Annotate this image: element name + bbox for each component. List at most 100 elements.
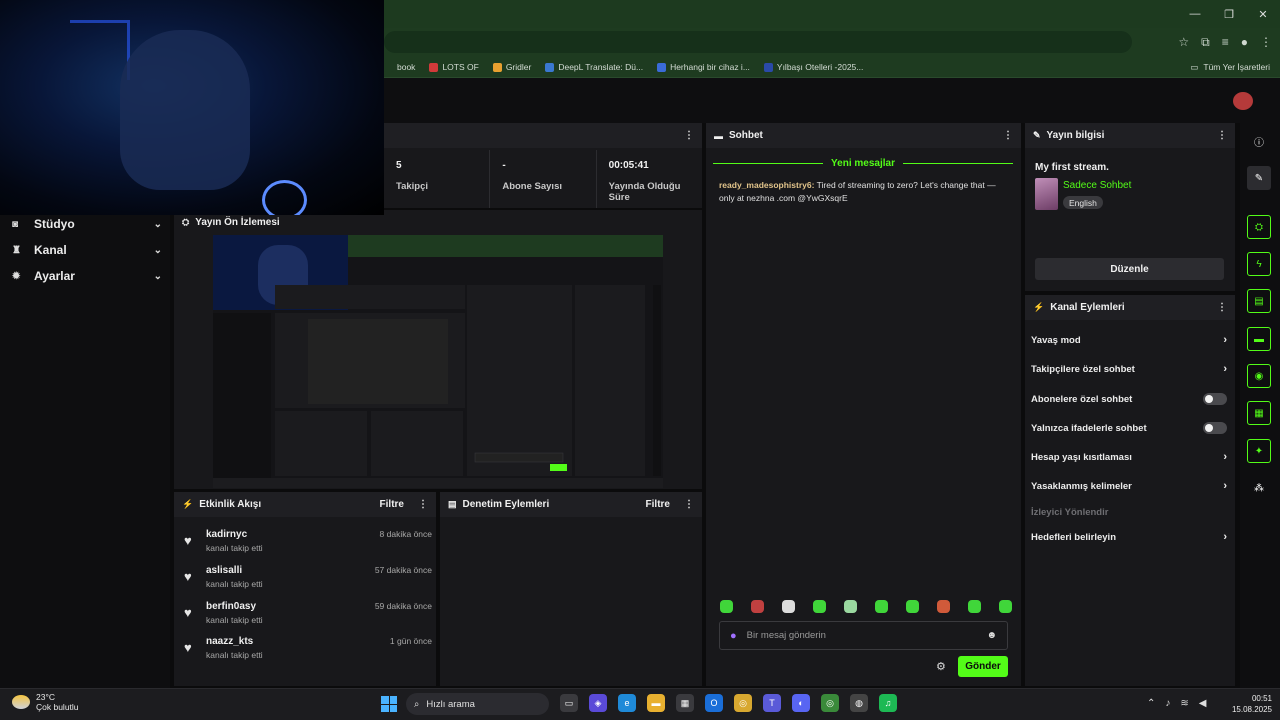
mic-icon[interactable]: ● [730, 630, 737, 642]
stream-category[interactable]: Sadece Sohbet [1063, 180, 1131, 191]
nav-item-settings[interactable]: ✹ Ayarlar ⌄ [12, 266, 162, 286]
store-icon[interactable]: ▦ [676, 694, 694, 712]
bolt-icon[interactable]: ϟ [1247, 252, 1271, 276]
mic-icon[interactable]: ♪ [1165, 698, 1170, 709]
activity-user[interactable]: berfin0asy [206, 601, 256, 612]
file-explorer-icon[interactable]: ▬ [647, 694, 665, 712]
chevron-up-icon[interactable]: ⌃ [1147, 698, 1155, 709]
bookmark-item[interactable]: book [384, 62, 415, 72]
layout-icon[interactable]: ▦ [1247, 401, 1271, 425]
send-button[interactable]: Gönder [958, 656, 1008, 677]
chat-message: ready_madesophistry6: Tired of streaming… [719, 179, 1011, 205]
wifi-icon[interactable]: ≋ [1180, 698, 1188, 709]
moderation-panel: ▤ Denetim Eylemleri Filtre ⋮ [440, 492, 702, 686]
moderation-filter-button[interactable]: Filtre [646, 499, 670, 510]
bookmark-item[interactable]: Gridler [492, 62, 531, 72]
bookmark-item[interactable]: Herhangi bir cihaz i... [657, 62, 750, 72]
emote-icon[interactable] [999, 600, 1012, 613]
teams-icon[interactable]: T [763, 694, 781, 712]
info-icon[interactable]: ⓘ [1247, 129, 1271, 153]
emote-icon[interactable] [844, 600, 857, 613]
emote-icon[interactable] [906, 600, 919, 613]
preview-icon[interactable]: ⛭ [1247, 215, 1271, 239]
more-icon[interactable]: ⋮ [684, 130, 694, 141]
all-bookmarks[interactable]: ▭ Tüm Yer İşaretleri [1190, 56, 1270, 78]
bookmark-item[interactable]: Yılbaşı Otelleri -2025... [763, 62, 863, 72]
weather-text: 23°C Çok bulutlu [36, 692, 79, 712]
activity-user[interactable]: kadirnyc [206, 529, 247, 540]
emote-icon[interactable] [720, 600, 733, 613]
profile-icon[interactable]: ● [1241, 35, 1248, 49]
emote-icon[interactable] [875, 600, 888, 613]
more-icon[interactable]: ⋮ [1003, 130, 1013, 141]
activity-user[interactable]: naazz_kts [206, 636, 253, 647]
maximize-icon[interactable]: ❐ [1212, 0, 1246, 28]
more-icon[interactable]: ⋮ [1217, 302, 1227, 313]
toggle-switch[interactable] [1203, 393, 1227, 405]
category-thumbnail [1035, 178, 1058, 210]
address-field[interactable] [384, 31, 1132, 53]
weather-widget[interactable]: 23°C Çok bulutlu [12, 692, 79, 712]
media-icon[interactable]: ≡ [1222, 35, 1229, 49]
emote-icon[interactable] [751, 600, 764, 613]
stream-preview-video[interactable] [213, 235, 663, 488]
activity-user[interactable]: aslisalli [206, 565, 242, 576]
taskbar-clock[interactable]: 00:51 15.08.2025 [1226, 693, 1272, 715]
volume-icon[interactable]: ◀ [1199, 698, 1207, 709]
bookmark-item[interactable]: LOTS OF [429, 62, 479, 72]
emote-icon[interactable] [968, 600, 981, 613]
more-icon[interactable]: ⋮ [684, 499, 694, 510]
more-icon[interactable]: ⋮ [1217, 130, 1227, 141]
preview-screen-graphic [213, 235, 663, 488]
action-banned-words[interactable]: Yasaklanmış kelimeler › [1031, 478, 1227, 494]
action-slow-mode[interactable]: Yavaş mod › [1031, 332, 1227, 348]
emote-icon[interactable] [813, 600, 826, 613]
menu-icon[interactable]: ⋮ [1260, 35, 1272, 49]
edit-button[interactable]: Düzenle [1035, 258, 1224, 280]
new-messages-divider[interactable]: Yeni mesajlar [713, 157, 1013, 169]
close-icon[interactable]: ✕ [1246, 0, 1280, 28]
edge-icon[interactable]: e [618, 694, 636, 712]
activity-desc: kanalı takip etti [206, 615, 263, 625]
chrome-icon[interactable]: ◎ [734, 694, 752, 712]
chrome-active-icon[interactable]: ◎ [821, 694, 839, 712]
toggle-switch[interactable] [1203, 422, 1227, 434]
emote-icon[interactable] [782, 600, 795, 613]
broadcast-icon[interactable]: ◉ [1247, 364, 1271, 388]
emote-icon[interactable] [937, 600, 950, 613]
copilot-icon[interactable]: ◈ [589, 694, 607, 712]
avatar[interactable] [1233, 92, 1253, 110]
more-icon[interactable]: ⋮ [418, 499, 428, 510]
action-followers-only[interactable]: Takipçilere özel sohbet › [1031, 361, 1227, 377]
windows-start-icon[interactable] [381, 696, 397, 712]
emoji-icon[interactable]: ☻ [986, 630, 997, 641]
document-icon[interactable]: ▤ [1247, 289, 1271, 313]
outlook-icon[interactable]: O [705, 694, 723, 712]
moderation-title: Denetim Eylemleri [462, 499, 550, 510]
action-set-goals[interactable]: Hedefleri belirleyin › [1031, 529, 1227, 545]
minimize-icon[interactable]: — [1178, 0, 1212, 28]
chat-message-user[interactable]: ready_madesophistry6: [719, 180, 814, 190]
action-emote-only: Yalnızca ifadelerle sohbet [1031, 420, 1227, 436]
apps-icon[interactable]: ⁂ [1247, 476, 1271, 500]
chat-input[interactable]: ● Bir mesaj gönderin ☻ [719, 621, 1008, 650]
obs-icon[interactable]: ◍ [850, 694, 868, 712]
activity-title: Etkinlik Akışı [199, 499, 262, 510]
discord-icon[interactable]: ◐ [792, 694, 810, 712]
taskbar-search[interactable]: ⌕ Hızlı arama [406, 693, 549, 715]
nav-item-channel[interactable]: ♜ Kanal ⌄ [12, 240, 162, 260]
weather-icon [12, 695, 30, 709]
chat-icon[interactable]: ▬ [1247, 327, 1271, 351]
wrench-icon[interactable]: ✦ [1247, 439, 1271, 463]
spotify-icon[interactable]: ♫ [879, 694, 897, 712]
pencil-icon[interactable]: ✎ [1247, 166, 1271, 190]
bookmark-item[interactable]: DeepL Translate: Dü... [545, 62, 643, 72]
gear-icon[interactable]: ⚙ [936, 660, 946, 673]
chat-header: ▬ Sohbet ⋮ [706, 123, 1021, 148]
action-account-age[interactable]: Hesap yaşı kısıtlaması › [1031, 449, 1227, 465]
task-view-icon[interactable]: ▭ [560, 694, 578, 712]
nav-item-studio[interactable]: ◙ Stüdyo ⌄ [12, 214, 162, 234]
activity-filter-button[interactable]: Filtre [380, 499, 404, 510]
star-icon[interactable]: ☆ [1178, 35, 1189, 49]
extensions-icon[interactable]: ⧉ [1201, 35, 1210, 50]
